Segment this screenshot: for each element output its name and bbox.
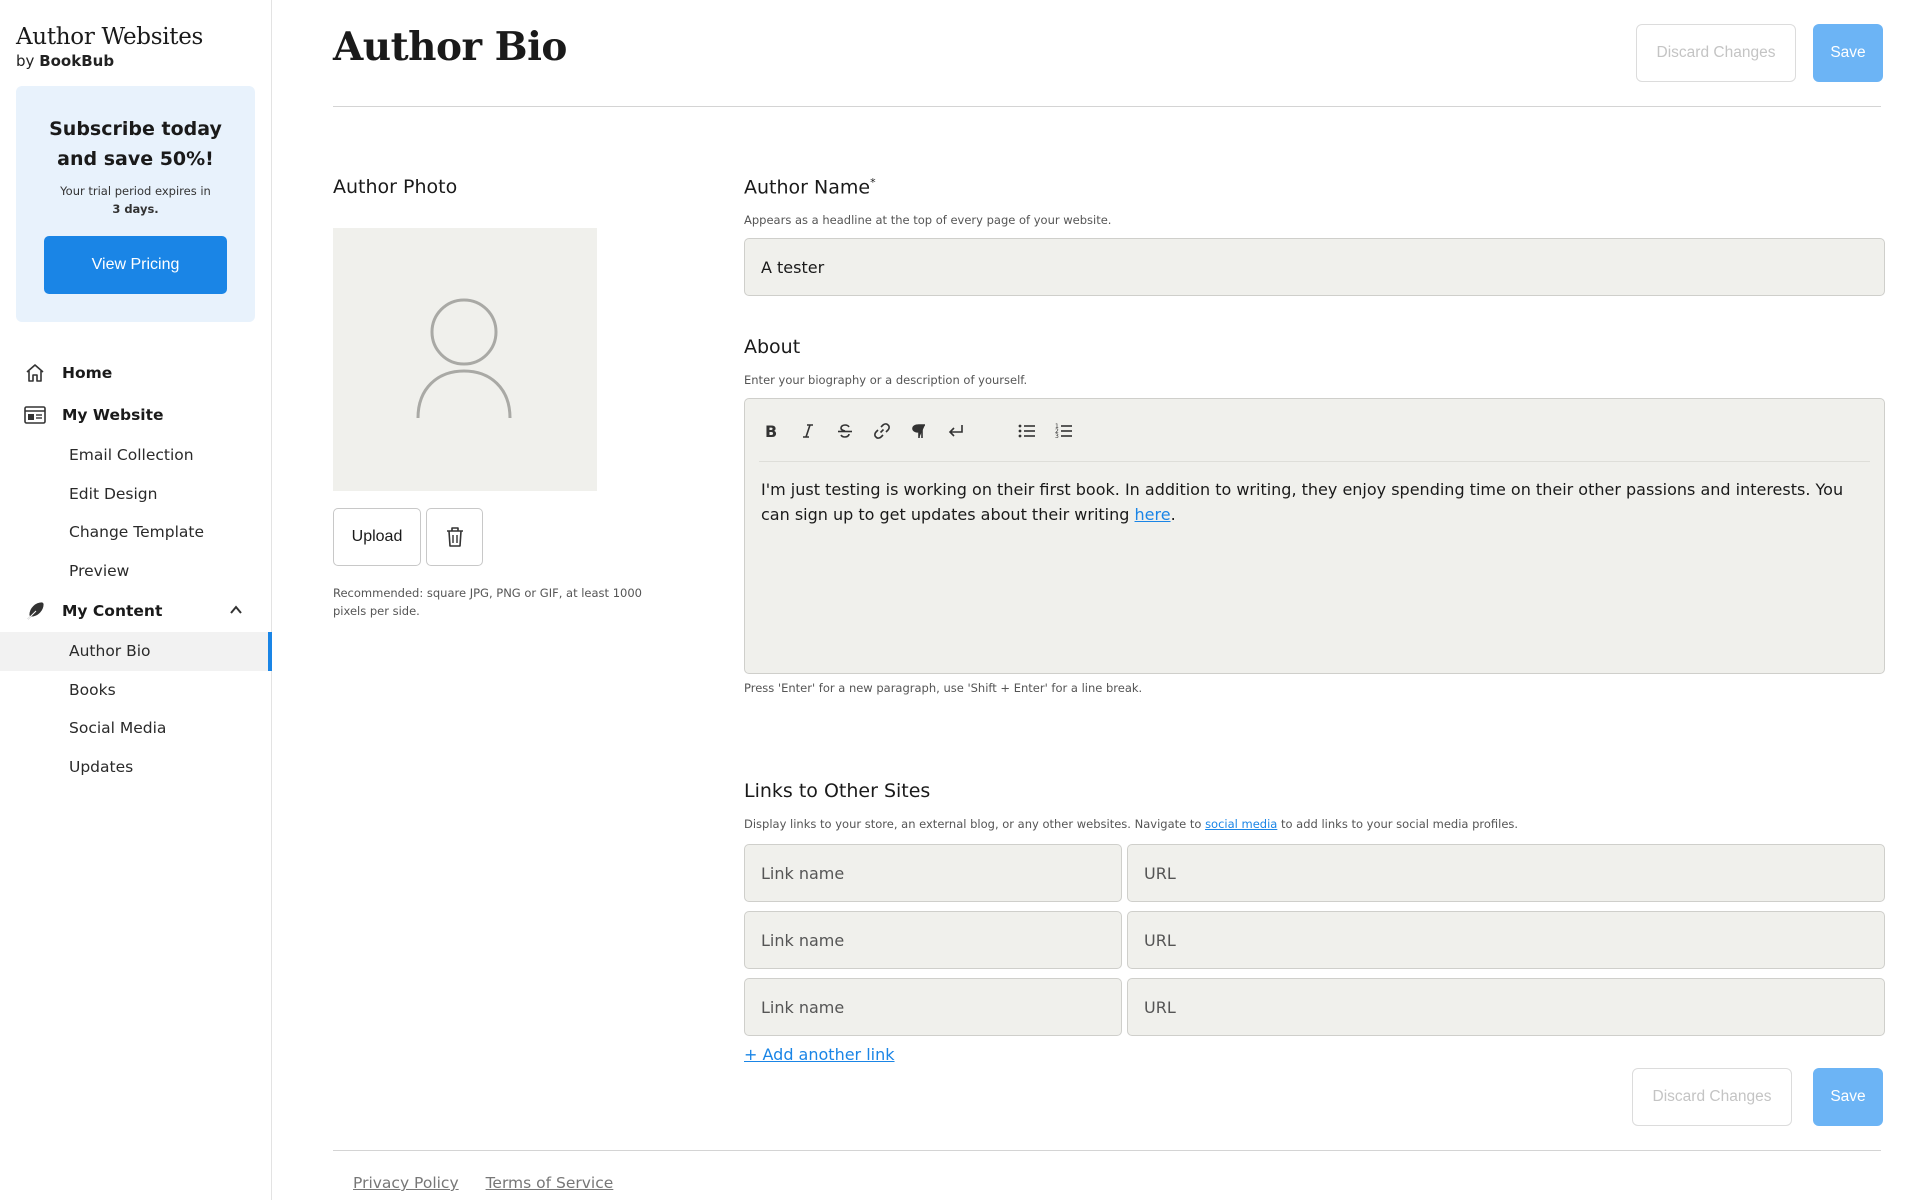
footer-links: Privacy Policy Terms of Service <box>353 1174 635 1192</box>
italic-icon[interactable] <box>796 419 820 443</box>
sidebar-item-social-media[interactable]: Social Media <box>0 709 271 748</box>
brand-subtitle: by BookBub <box>16 52 203 70</box>
user-silhouette-icon <box>416 298 512 419</box>
about-label: About <box>744 336 801 358</box>
link-url-input-3[interactable]: URL <box>1127 978 1885 1036</box>
feather-icon <box>24 600 46 622</box>
bold-icon[interactable]: B <box>759 419 783 443</box>
link-icon[interactable] <box>870 419 894 443</box>
promo-title-line2: and save 50%! <box>57 148 214 170</box>
sidebar-item-change-template[interactable]: Change Template <box>0 513 271 552</box>
about-help: Enter your biography or a description of… <box>744 373 1028 387</box>
svg-text:B: B <box>765 423 777 439</box>
browser-window-icon <box>24 404 46 426</box>
social-media-link[interactable]: social media <box>1205 817 1277 831</box>
delete-photo-button[interactable] <box>426 508 483 566</box>
link-url-input-1[interactable]: URL <box>1127 844 1885 902</box>
links-help-text: Display links to your store, an external… <box>744 817 1206 831</box>
sidebar-item-email-collection[interactable]: Email Collection <box>0 436 271 475</box>
author-photo-label: Author Photo <box>333 176 458 198</box>
header-divider <box>333 106 1881 107</box>
editor-toolbar: B 123 <box>759 419 1089 443</box>
sidebar-item-my-content[interactable]: My Content <box>0 590 271 632</box>
discard-changes-button-bottom[interactable]: Discard Changes <box>1632 1068 1792 1126</box>
about-text-body: I'm just testing is working on their fir… <box>761 480 1844 524</box>
promo-title: Subscribe today and save 50%! <box>16 114 255 174</box>
chevron-up-icon[interactable] <box>229 603 243 621</box>
link-url-input-2[interactable]: URL <box>1127 911 1885 969</box>
link-name-input-3[interactable]: Link name <box>744 978 1122 1036</box>
sidebar-item-my-website[interactable]: My Website <box>0 394 271 436</box>
author-photo-placeholder[interactable] <box>333 228 597 491</box>
sidebar-item-author-bio[interactable]: Author Bio <box>0 632 272 671</box>
terms-of-service-link[interactable]: Terms of Service <box>486 1174 614 1192</box>
about-text[interactable]: I'm just testing is working on their fir… <box>761 477 1861 527</box>
bullet-list-icon[interactable] <box>1015 419 1039 443</box>
discard-changes-button-top[interactable]: Discard Changes <box>1636 24 1796 82</box>
sidebar-item-edit-design[interactable]: Edit Design <box>0 475 271 514</box>
sidebar-nav: Home My Website Email Collection Edit De… <box>0 352 272 787</box>
trash-icon <box>446 527 463 547</box>
links-help: Display links to your store, an external… <box>744 817 1518 831</box>
line-break-icon[interactable] <box>944 419 968 443</box>
numbered-list-icon[interactable]: 123 <box>1052 419 1076 443</box>
toolbar-divider <box>759 461 1870 462</box>
view-pricing-button[interactable]: View Pricing <box>44 236 227 294</box>
links-help-text-end: to add links to your social media profil… <box>1277 817 1519 831</box>
trial-days: 3 days. <box>112 202 159 216</box>
link-name-input-1[interactable]: Link name <box>744 844 1122 902</box>
sidebar-item-home[interactable]: Home <box>0 352 271 394</box>
privacy-policy-link[interactable]: Privacy Policy <box>353 1174 459 1192</box>
author-name-help: Appears as a headline at the top of ever… <box>744 213 1112 227</box>
link-name-input-2[interactable]: Link name <box>744 911 1122 969</box>
author-name-input[interactable]: A tester <box>744 238 1885 296</box>
promo-title-line1: Subscribe today <box>49 118 222 140</box>
author-name-label-text: Author Name <box>744 176 871 199</box>
trial-text: Your trial period expires in <box>60 184 211 198</box>
about-text-end: . <box>1170 505 1176 524</box>
editor-hint: Press 'Enter' for a new paragraph, use '… <box>744 681 1143 695</box>
sidebar-item-books[interactable]: Books <box>0 671 271 710</box>
paragraph-icon[interactable] <box>907 419 931 443</box>
author-name-label: Author Name* <box>744 176 876 198</box>
photo-requirements: Recommended: square JPG, PNG or GIF, at … <box>333 586 642 618</box>
brand-logo[interactable]: Author Websites by BookBub <box>16 24 203 70</box>
strikethrough-icon[interactable] <box>833 419 857 443</box>
sidebar-item-updates[interactable]: Updates <box>0 748 271 787</box>
brand-company: BookBub <box>39 52 115 70</box>
save-button-top[interactable]: Save <box>1813 24 1883 82</box>
brand-title: Author Websites <box>16 24 204 50</box>
subscribe-promo: Subscribe today and save 50%! Your trial… <box>16 86 255 322</box>
add-another-link-button[interactable]: + Add another link <box>744 1045 895 1064</box>
sidebar-item-preview[interactable]: Preview <box>0 552 271 591</box>
footer-divider <box>333 1150 1881 1151</box>
upload-photo-button[interactable]: Upload <box>333 508 421 566</box>
svg-text:3: 3 <box>1055 433 1059 440</box>
home-icon <box>24 362 46 384</box>
sidebar-item-label: My Website <box>62 406 164 424</box>
about-editor[interactable]: B 123 I'm just testing is working on the… <box>744 398 1885 674</box>
required-mark: * <box>870 176 876 189</box>
sidebar-item-label: My Content <box>62 602 163 620</box>
sidebar-item-label: Home <box>62 364 113 382</box>
brand-by: by <box>16 52 35 70</box>
page-title: Author Bio <box>333 24 567 70</box>
links-label: Links to Other Sites <box>744 780 931 802</box>
trial-notice: Your trial period expires in 3 days. <box>16 182 255 218</box>
sidebar: Author Websites by BookBub Subscribe tod… <box>0 0 272 1200</box>
save-button-bottom[interactable]: Save <box>1813 1068 1883 1126</box>
about-here-link[interactable]: here <box>1135 505 1171 524</box>
